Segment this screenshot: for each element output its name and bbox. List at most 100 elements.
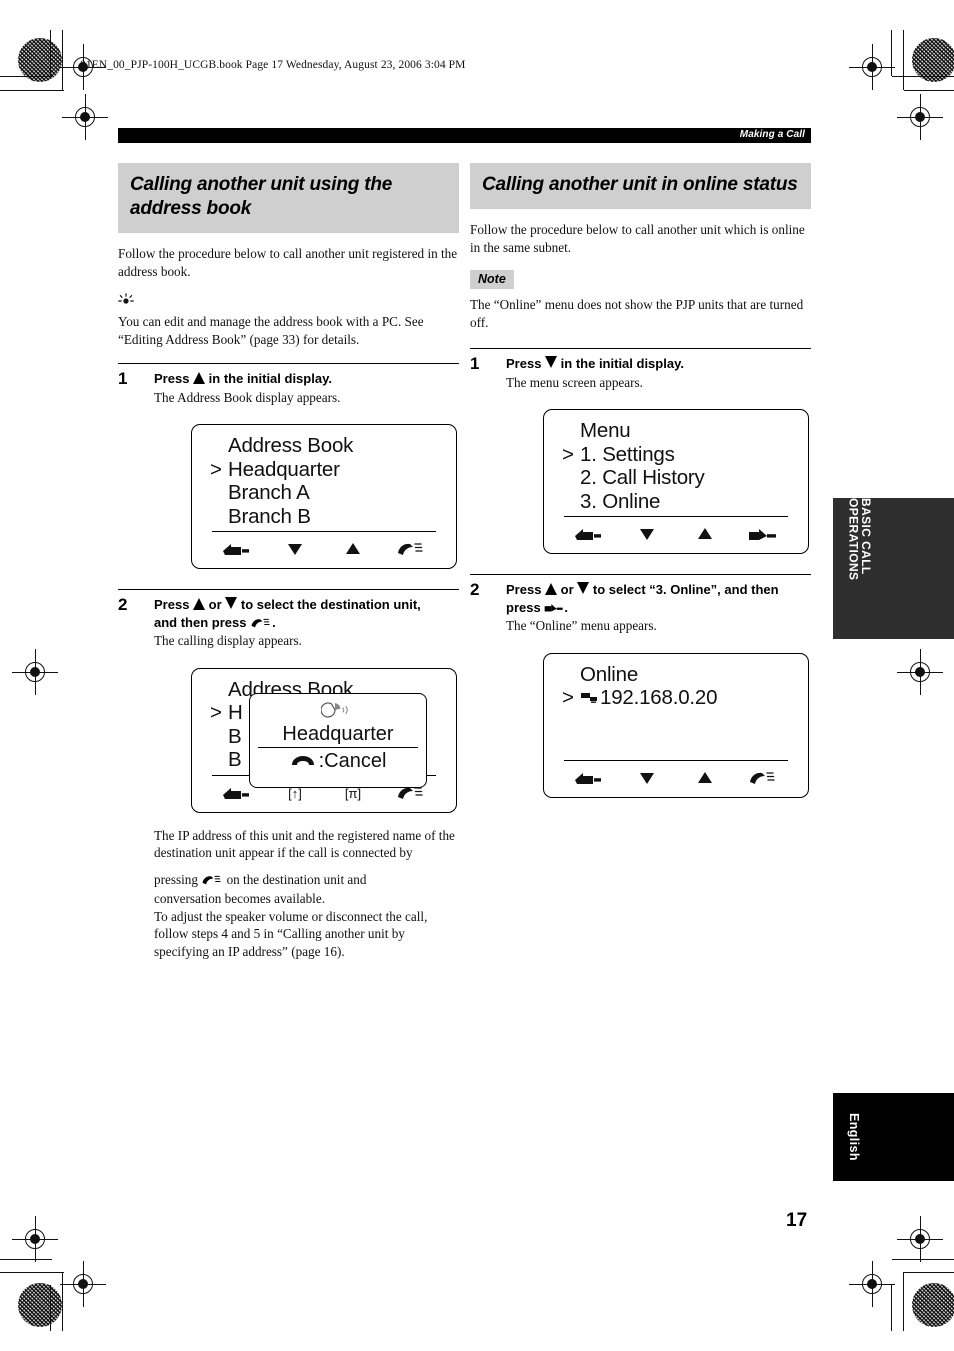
back-icon [223,787,249,799]
step-heading: Press or to select “3. Online”, and then… [506,581,811,616]
lcd-line-selected: >1. Settings [562,443,798,467]
softkey-back[interactable] [566,521,612,547]
softkey-down[interactable] [624,765,670,791]
softkey-down[interactable] [624,521,670,547]
lcd-softkey-row [560,520,792,548]
network-unit-icon [581,693,597,703]
trim-line [892,76,954,78]
step-head-text-before: Press [506,582,542,597]
language-thumb-tab: English [833,1093,954,1181]
left-after-text-4: To adjust the speaker volume or disconne… [154,908,428,959]
lcd-line-4[interactable]: Branch B [228,505,311,528]
registration-mark-bottom-left-inner [12,1216,58,1262]
selection-caret: > [562,442,574,466]
step-subtext: The “Online” menu appears. [506,618,657,633]
lcd-line-2[interactable]: Headquarter [228,458,340,481]
trim-line [50,30,52,76]
phone-icon [750,771,775,784]
down-triangle-icon [640,772,654,784]
lcd-line-2[interactable]: 192.168.0.20 [600,686,717,709]
running-head-label: Making a Call [739,129,805,140]
step-head-text-before: Press [154,597,190,612]
lcd-line-2[interactable]: 1. Settings [580,443,675,466]
step-subtext: The calling display appears. [154,633,302,648]
step-head-text-after: in the initial display. [560,356,684,371]
chapter-tab-label: BASIC CALL OPERATIONS [846,498,874,581]
popup-divider [258,746,418,748]
phone-icon [398,543,423,555]
trim-line [891,1285,893,1331]
left-after-text-2: pressing on the destination unit and [154,871,459,889]
softkey-up[interactable] [330,536,376,562]
lcd-menu-display: Menu >1. Settings 2. Call History 3. Onl… [543,409,809,554]
lcd-line-3: B [228,724,242,748]
left-intro-paragraph: Follow the procedure below to call anoth… [118,246,458,279]
language-tab-label: English [847,1113,862,1161]
up-triangle-icon [193,372,206,384]
trim-line [904,90,954,92]
softkey-up[interactable] [682,765,728,791]
step-head-text-mid: or [208,597,222,612]
halftone-dot-bottom-right [912,1283,954,1327]
softkey-back[interactable] [566,765,612,791]
up-triangle-icon [698,771,712,783]
lcd-calling-display: Address Book > H B B [↑] [π] Headquarter… [191,667,457,813]
registration-mark-right-middle [897,649,943,695]
lcd-line-3[interactable]: 2. Call History [580,466,705,489]
softkey-call[interactable] [740,765,786,791]
lcd-line-item: Branch A [210,481,446,505]
lcd-line-title: Online [562,663,798,687]
step-heading: Press in the initial display. [154,370,459,388]
lcd-line-4[interactable]: 3. Online [580,490,660,513]
step-head-text-after: to select the destination unit, [240,597,421,612]
step-head-text-mid: or [560,582,574,597]
tip-icon [118,293,459,311]
lcd-text-area: Address Book > Headquarter Branch A Branc… [210,434,446,528]
enter-icon [749,529,776,540]
step-number: 2 [118,595,128,614]
back-icon [223,544,249,555]
lcd-line-1: Online [580,662,639,686]
step-number: 1 [470,354,480,373]
step-subtext: The Address Book display appears. [154,389,341,405]
trim-line [904,1272,954,1274]
registration-mark-bottom-right [849,1261,895,1307]
lcd-line-item: Branch B [210,505,446,529]
lcd-text-area: Menu >1. Settings 2. Call History 3. Onl… [562,419,798,513]
trim-line [892,1259,954,1261]
section-title-left: Calling another unit using the address b… [118,163,459,233]
trim-line [0,1259,52,1261]
step-heading: Press or to select the destination unit,… [154,596,459,631]
softkey-down[interactable] [272,536,318,562]
down-triangle-icon [225,597,238,609]
back-icon [575,529,601,540]
softkey-back[interactable] [214,536,260,562]
popup-cancel-row[interactable]: :Cancel [250,749,426,773]
softkey-up[interactable] [682,521,728,547]
step-head-text-after: to select “3. Online”, and then [592,582,779,597]
lcd-line-selected: > Headquarter [210,458,446,482]
lcd-line-4: B [228,748,242,771]
registration-mark-top-left-inner [62,94,108,140]
calling-popup-dialog: Headquarter :Cancel [249,692,427,788]
trim-line [903,1272,905,1331]
lcd-line-3[interactable]: Branch A [228,481,310,504]
softkey-call[interactable] [388,536,434,562]
svg-text:[π]: [π] [345,786,361,801]
section-title-right: Calling another unit in online status [470,163,811,209]
lcd-line-1: Menu [580,419,631,442]
right-intro-paragraph: Follow the procedure below to call anoth… [470,222,805,255]
hangup-icon [291,755,314,765]
chapter-thumb-tab: BASIC CALL OPERATIONS [833,498,954,639]
down-triangle-icon [288,544,302,555]
lcd-line-2: H [228,701,243,724]
step-head-text-before: Press [506,356,542,371]
step-number: 1 [118,369,128,388]
softkey-enter[interactable] [740,521,786,547]
right-step-1: 1 Press in the initial display. The menu… [470,349,811,554]
trim-line [903,30,905,90]
up-triangle-icon [193,598,206,610]
lcd-softkey-row [560,764,792,792]
selection-caret: > [562,686,574,709]
svg-text:[↑]: [↑] [288,786,302,801]
